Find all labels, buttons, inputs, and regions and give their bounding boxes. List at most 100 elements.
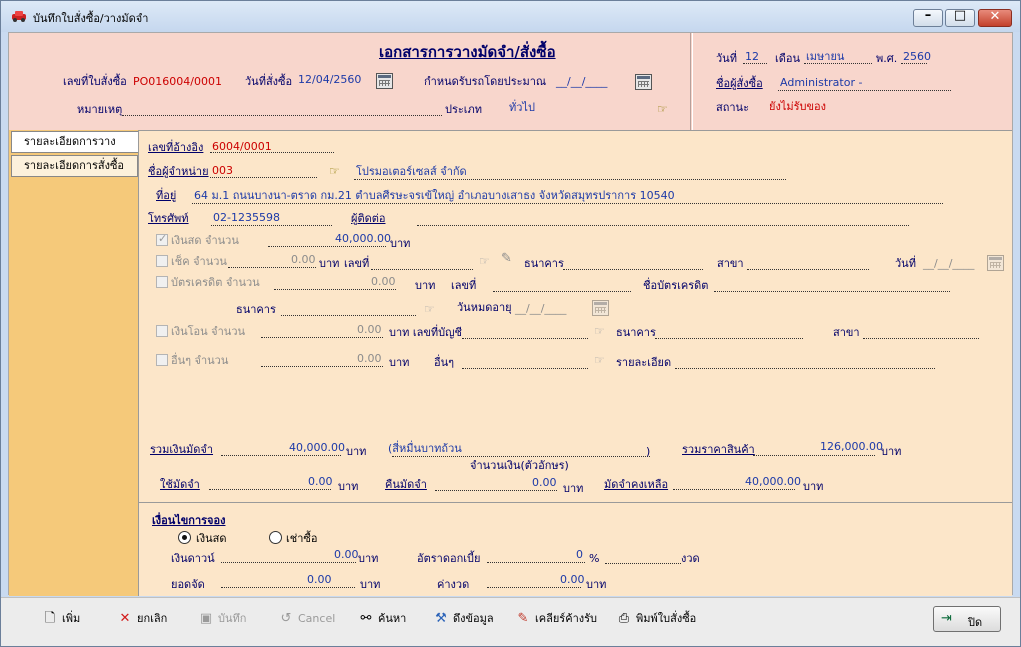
vendor-name-underline xyxy=(354,168,786,180)
save-button[interactable]: ▣ บันทึก xyxy=(197,609,247,629)
note-label: หมายเหตุ xyxy=(77,103,123,116)
installments-field[interactable] xyxy=(605,552,681,564)
credit-bank-lookup-icon[interactable]: ☞ xyxy=(424,303,440,316)
cheque-date-field[interactable]: __/__/____ xyxy=(923,257,974,270)
other-name-field[interactable] xyxy=(462,357,588,369)
tab-deposit-details[interactable]: รายละเอียดการวางมัดจำ xyxy=(11,131,138,168)
maximize-button[interactable]: □ xyxy=(945,8,975,27)
close-button[interactable]: ⇥ ปิด xyxy=(933,606,1001,632)
cheque-no-label: เลขที่ xyxy=(344,257,370,270)
type-value: ทั่วไป xyxy=(509,101,535,114)
transfer-bank-label: ธนาคาร xyxy=(616,326,656,339)
cancel-label: Cancel xyxy=(298,612,336,625)
contact-label: ผู้ติดต่อ xyxy=(351,212,386,225)
monthly-payment-label: ค่างวด xyxy=(437,578,470,591)
transfer-bank-field[interactable] xyxy=(655,327,803,339)
cheque-no-field[interactable] xyxy=(371,258,473,270)
order-date-label: วันที่สั่งซื้อ xyxy=(245,75,293,88)
lease-radio[interactable] xyxy=(269,531,282,544)
branch-label: สาขา xyxy=(717,257,744,270)
baht-label: บาท xyxy=(803,480,824,493)
monthly-underline xyxy=(487,576,581,588)
branch-field[interactable] xyxy=(747,258,869,270)
vendor-lookup-icon[interactable]: ☞ xyxy=(329,165,345,178)
expiry-calendar-icon[interactable] xyxy=(592,300,609,316)
fetch-button[interactable]: ⚒ ดึงข้อมูล xyxy=(432,609,493,629)
phone-underline xyxy=(211,214,332,226)
order-date-value[interactable]: 12/04/2560 xyxy=(298,73,361,86)
save-label: บันทึก xyxy=(218,612,247,625)
deposit-panel: เลขที่อ้างอิง 6004/0001 ชื่อผู้จำหน่าย 0… xyxy=(138,130,1012,596)
lease-option-label[interactable]: เช่าซื้อ xyxy=(286,532,317,545)
maximize-icon: □ xyxy=(953,8,967,23)
account-field[interactable] xyxy=(462,327,588,339)
pen-icon[interactable]: ✎ xyxy=(501,252,512,265)
ref-underline xyxy=(210,141,334,153)
total-deposit-label: รวมเงินมัดจำ xyxy=(150,443,214,456)
cash-checkbox[interactable] xyxy=(156,232,168,246)
date-label: วันที่ xyxy=(895,257,916,270)
credit-bank-field[interactable] xyxy=(281,304,416,316)
total-price-underline xyxy=(753,444,875,456)
note-field[interactable] xyxy=(122,104,442,116)
bank-field[interactable] xyxy=(563,258,703,270)
cheque-label: เช็ค จำนวน xyxy=(171,255,227,268)
rate-underline xyxy=(487,551,585,563)
car-icon xyxy=(12,11,26,22)
month-label: เดือน xyxy=(775,52,801,65)
expiry-date-field[interactable]: __/__/____ xyxy=(515,302,566,315)
printer-icon: ⎙ xyxy=(618,611,630,626)
transfer-lookup-icon[interactable]: ☞ xyxy=(594,325,610,338)
baht-label: บาท xyxy=(319,257,340,270)
refund-label: คืนมัดจำ xyxy=(385,478,427,491)
cash-option-label[interactable]: เงินสด xyxy=(196,532,227,545)
add-button[interactable]: 🗋 เพิ่ม xyxy=(41,609,81,629)
day-label: วันที่ xyxy=(716,52,737,65)
broom-icon: ✎ xyxy=(517,611,529,626)
pickup-calendar-icon[interactable] xyxy=(635,74,652,90)
transfer-branch-field[interactable] xyxy=(863,327,979,339)
percent-label: % xyxy=(589,552,600,565)
contact-field[interactable] xyxy=(417,214,909,226)
cheque-lookup-icon[interactable]: ☞ xyxy=(479,255,495,268)
detail-field[interactable] xyxy=(675,357,935,369)
cash-radio[interactable] xyxy=(178,531,191,544)
divider xyxy=(692,33,693,130)
other-lookup-icon[interactable]: ☞ xyxy=(594,354,610,367)
baht-label: บาท xyxy=(586,578,607,591)
title-bar: บันทึกใบสั่งซื้อ/วางมัดจำ – □ ✕ xyxy=(1,1,1020,32)
baht-label: บาท xyxy=(881,445,902,458)
cash-label: เงินสด จำนวน xyxy=(171,234,239,247)
card-name-field[interactable] xyxy=(714,280,950,292)
pickup-date-field[interactable]: __/__/____ xyxy=(556,75,607,88)
other-checkbox[interactable] xyxy=(156,354,168,366)
cancel-edit-button[interactable]: ✕ ยกเลิก xyxy=(116,609,168,629)
tab-order-details[interactable]: รายละเอียดการสั่งซื้อ xyxy=(11,155,138,177)
transfer-label: เงินโอน จำนวน xyxy=(171,325,246,338)
close-window-button[interactable]: ✕ xyxy=(978,9,1012,27)
finance-amount-label: ยอดจัด xyxy=(171,578,205,591)
cheque-calendar-icon[interactable] xyxy=(987,255,1004,271)
installment-unit: งวด xyxy=(681,552,700,565)
credit-checkbox[interactable] xyxy=(156,276,168,288)
search-button[interactable]: ⚯ ค้นหา xyxy=(357,609,407,629)
clear-receivable-button[interactable]: ✎ เคลียร์ค้างรับ xyxy=(514,609,597,629)
transfer-checkbox[interactable] xyxy=(156,325,168,337)
buyer-label[interactable]: ชื่อผู้สั่งซื้อ xyxy=(716,77,763,90)
order-date-calendar-icon[interactable] xyxy=(376,73,393,89)
hand-point-icon[interactable]: ☞ xyxy=(657,103,673,116)
expiry-label: วันหมดอายุ xyxy=(457,301,512,314)
cheque-checkbox[interactable] xyxy=(156,255,168,267)
po-value[interactable]: PO016004/0001 xyxy=(133,75,222,88)
total-price-label: รวมราคาสินค้า xyxy=(682,443,755,456)
new-document-icon: 🗋 xyxy=(44,611,56,626)
credit-no-field[interactable] xyxy=(493,280,631,292)
cash-underline xyxy=(268,235,386,247)
credit-bank-label: ธนาคาร xyxy=(236,303,276,316)
print-po-button[interactable]: ⎙ พิมพ์ใบสั่งซื้อ xyxy=(615,609,696,629)
cancel-button[interactable]: ↺ Cancel xyxy=(277,609,336,629)
vendor-label[interactable]: ชื่อผู้จำหน่าย xyxy=(148,165,209,178)
minimize-button[interactable]: – xyxy=(913,8,943,27)
baht-label: บาท xyxy=(415,279,436,292)
other-name-label: อื่นๆ xyxy=(434,356,455,369)
